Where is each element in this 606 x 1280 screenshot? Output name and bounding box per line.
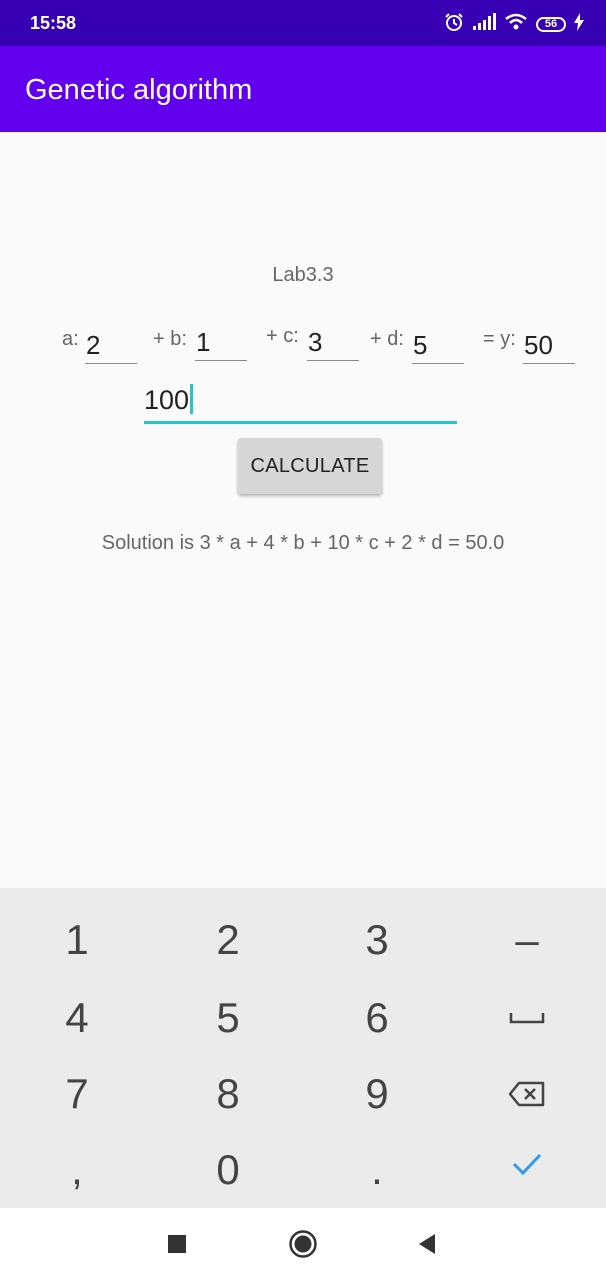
c-input[interactable]: 3 [307,327,359,361]
lab-label: Lab3.3 [272,264,334,286]
home-button[interactable] [273,1208,333,1280]
square-icon [168,1235,186,1253]
key-0[interactable]: 0 [153,1132,303,1208]
app-title: Genetic algorithm [25,74,253,106]
checkmark-icon [512,1153,542,1176]
wifi-icon [504,13,528,36]
key-6[interactable]: 6 [302,980,452,1056]
back-triangle-icon [419,1234,435,1254]
key-1[interactable]: 1 [2,902,152,978]
key-7[interactable]: 7 [2,1056,152,1132]
status-time: 15:58 [30,13,77,33]
key-4[interactable]: 4 [2,980,152,1056]
recents-button[interactable] [147,1208,207,1280]
iterations-input[interactable]: 100 [144,380,457,424]
b-input[interactable]: 1 [195,327,247,361]
b-label: + b: [153,328,187,350]
key-period[interactable]: . [302,1132,452,1208]
d-input[interactable]: 5 [412,330,464,364]
key-5[interactable]: 5 [153,980,303,1056]
key-minus[interactable]: – [452,902,602,978]
key-comma[interactable]: , [2,1132,152,1208]
solution-text: Solution is 3 * a + 4 * b + 10 * c + 2 *… [101,532,505,554]
app-bar: Genetic algorithm [0,46,606,132]
y-label: = y: [483,328,516,350]
space-icon [509,1013,545,1024]
a-label: a: [62,328,79,350]
space-key[interactable] [452,980,602,1056]
charging-icon [574,12,584,36]
text-cursor [190,384,194,414]
d-label: + d: [370,328,404,350]
calculate-button[interactable]: CALCULATE [238,438,382,494]
done-key[interactable] [452,1126,602,1202]
key-2[interactable]: 2 [153,902,303,978]
key-9[interactable]: 9 [302,1056,452,1132]
navigation-bar [0,1208,606,1280]
alarm-icon [444,12,464,37]
home-circle-icon [289,1230,317,1258]
iterations-value: 100 [144,385,190,415]
backspace-key[interactable] [452,1056,602,1132]
numeric-keyboard: 1 2 3 – 4 5 6 7 8 9 , 0 . [0,888,606,1208]
key-8[interactable]: 8 [153,1056,303,1132]
y-input[interactable]: 50 [523,330,575,364]
signal-icon [472,12,496,36]
a-input[interactable]: 2 [85,330,137,364]
battery-icon: 56 [536,16,566,32]
backspace-icon [508,1081,545,1107]
key-3[interactable]: 3 [302,902,452,978]
status-bar: 15:58 56 [0,0,606,46]
status-icons: 56 [444,12,584,36]
c-label: + c: [266,325,299,347]
back-button[interactable] [397,1208,457,1280]
